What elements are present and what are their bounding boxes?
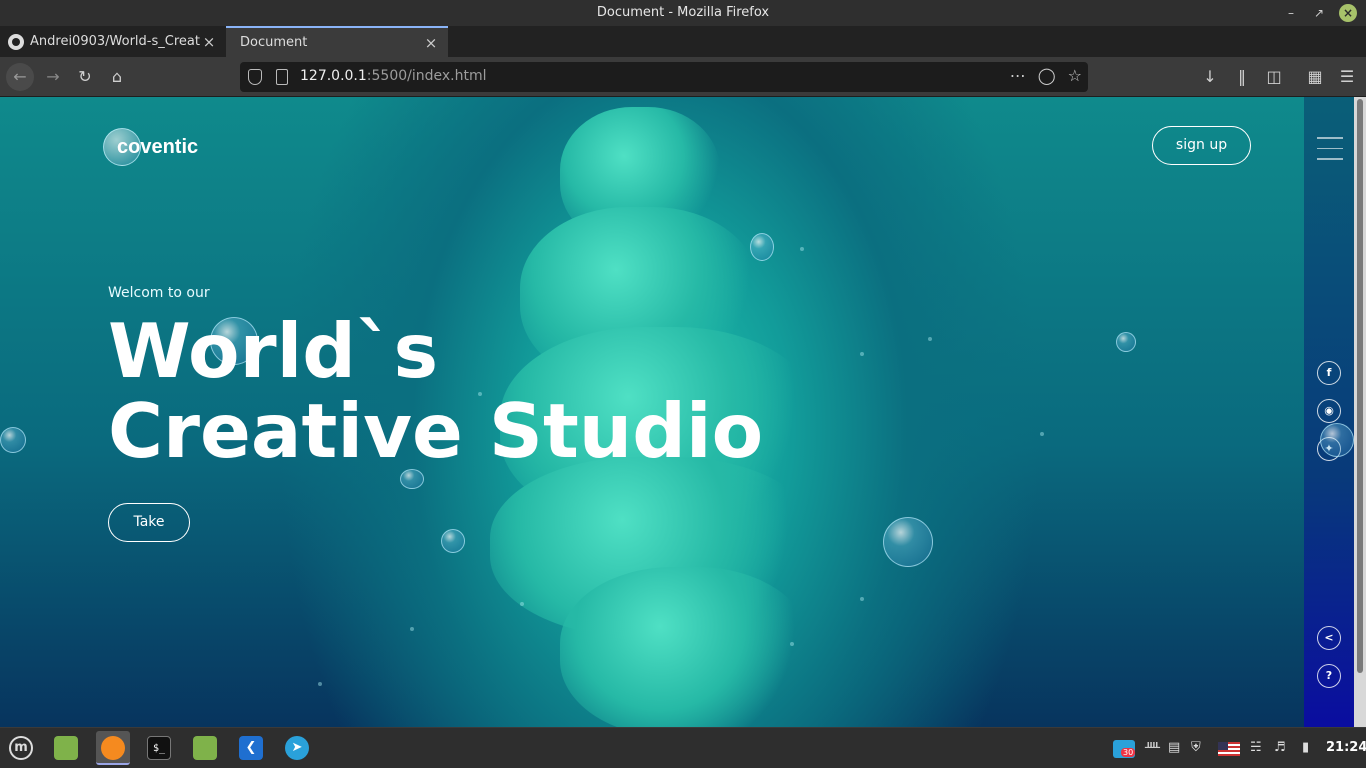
particle (410, 627, 414, 631)
forward-arrow-icon[interactable]: → (39, 63, 67, 91)
files-icon (54, 736, 78, 760)
ink-cloud-image (560, 567, 810, 727)
tab-label: Andrei0903/World-s_Creat (30, 34, 200, 49)
page-viewport: coventic sign up Welcom to our World`s C… (0, 97, 1366, 727)
files-icon (193, 736, 217, 760)
bubble (750, 233, 774, 261)
particle (318, 682, 322, 686)
reload-icon[interactable]: ↻ (71, 63, 99, 91)
clipboard-icon[interactable]: ▤ (1168, 740, 1180, 758)
hamburger-menu-icon[interactable]: ☰ (1333, 63, 1361, 91)
files-launcher[interactable] (188, 731, 222, 765)
telegram-unread-badge: 30 (1121, 748, 1136, 757)
page-actions-icon[interactable]: ⋯ (1010, 66, 1026, 85)
particle (1040, 432, 1044, 436)
window-titlebar: Document - Mozilla Firefox – ↗ × (0, 0, 1366, 26)
hero-section: coventic sign up Welcom to our World`s C… (0, 97, 1304, 727)
terminal-icon: $_ (147, 736, 171, 760)
page-headline: World`s Creative Studio (108, 311, 763, 471)
github-icon (8, 33, 24, 50)
scrollbar-thumb[interactable] (1357, 99, 1363, 673)
url-host: 127.0.0.1 (300, 68, 367, 84)
logo-text: coventic (117, 135, 199, 158)
particle (790, 642, 794, 646)
mint-menu-icon: m (9, 736, 33, 760)
address-bar[interactable]: 127.0.0.1:5500/index.html ⋯ ◯ ☆ (240, 62, 1088, 92)
files-launcher[interactable] (49, 731, 83, 765)
bubble (1116, 332, 1136, 352)
telegram-icon: ➤ (285, 736, 309, 760)
library-icon[interactable]: ‖ (1228, 63, 1256, 91)
tracking-shield-icon[interactable] (248, 69, 262, 85)
pocket-icon[interactable]: ◯ (1038, 66, 1056, 85)
bubble (0, 427, 26, 453)
tab-label: Document (240, 35, 308, 50)
url-path: :5500/index.html (366, 68, 487, 84)
tab-github[interactable]: Andrei0903/World-s_Creat × (0, 26, 226, 57)
firefox-launcher[interactable] (96, 731, 130, 765)
tab-bar: Andrei0903/World-s_Creat × Document × + (0, 26, 1366, 77)
firefox-icon (101, 736, 125, 760)
particle (860, 352, 864, 356)
downloads-icon[interactable]: ↓ (1196, 63, 1224, 91)
close-tab-icon[interactable]: × (200, 33, 218, 51)
close-tab-icon[interactable]: × (422, 34, 440, 52)
facebook-icon[interactable]: f (1317, 361, 1341, 385)
window-title: Document - Mozilla Firefox (596, 5, 770, 20)
signup-button[interactable]: sign up (1152, 126, 1251, 165)
particle (928, 337, 932, 341)
sidebar-toggle-icon[interactable]: ◫ (1260, 63, 1288, 91)
maximize-icon[interactable]: ↗ (1310, 4, 1328, 22)
update-shield-icon[interactable]: ⛨ (1191, 740, 1201, 758)
particle (860, 597, 864, 601)
bubble (883, 517, 933, 567)
bookmark-star-icon[interactable]: ☆ (1068, 66, 1082, 85)
instagram-icon[interactable]: ◉ (1317, 399, 1341, 423)
telegram-launcher[interactable]: ➤ (280, 731, 314, 765)
home-icon[interactable]: ⌂ (103, 63, 131, 91)
particle (520, 602, 524, 606)
page-info-icon[interactable] (276, 69, 288, 85)
hamburger-menu-icon[interactable] (1317, 137, 1343, 161)
page-scrollbar[interactable] (1354, 97, 1366, 727)
battery-icon[interactable]: ▮ (1302, 740, 1309, 758)
brand-logo[interactable]: coventic (103, 127, 198, 167)
volume-icon[interactable]: ♬ (1274, 740, 1286, 758)
particle (800, 247, 804, 251)
mint-menu-button[interactable]: m (4, 731, 38, 765)
keyboard-layout-us-flag-icon[interactable] (1218, 742, 1240, 756)
extensions-icon[interactable]: ▦ (1301, 63, 1329, 91)
wifi-icon[interactable]: ☵ (1250, 740, 1262, 758)
terminal-launcher[interactable]: $_ (142, 731, 176, 765)
bluetooth-icon[interactable]: ᚉ (1145, 740, 1160, 758)
minimize-icon[interactable]: – (1282, 4, 1300, 22)
bubble (441, 529, 465, 553)
help-icon[interactable]: ? (1317, 664, 1341, 688)
take-button[interactable]: Take (108, 503, 190, 542)
welcome-text: Welcom to our (108, 285, 210, 301)
vscode-icon: ❮ (239, 736, 263, 760)
headline-line-1: World`s (108, 307, 439, 395)
headline-line-2: Creative Studio (108, 387, 764, 475)
vscode-launcher[interactable]: ❮ (234, 731, 268, 765)
share-icon[interactable]: < (1317, 626, 1341, 650)
url-text[interactable]: 127.0.0.1:5500/index.html (300, 68, 487, 84)
bubble (1320, 423, 1354, 457)
tab-document[interactable]: Document × (226, 26, 448, 57)
close-window-icon[interactable]: × (1339, 4, 1357, 22)
back-arrow-icon[interactable]: ← (6, 63, 34, 91)
system-taskbar: m $_ ❮ ➤ 30 ᚉ ▤ ⛨ ☵ ♬ ▮ 21:24 (0, 727, 1366, 768)
navigation-toolbar: ← → ↻ ⌂ 127.0.0.1:5500/index.html ⋯ ◯ ☆ … (0, 57, 1366, 97)
clock[interactable]: 21:24 (1326, 740, 1366, 755)
